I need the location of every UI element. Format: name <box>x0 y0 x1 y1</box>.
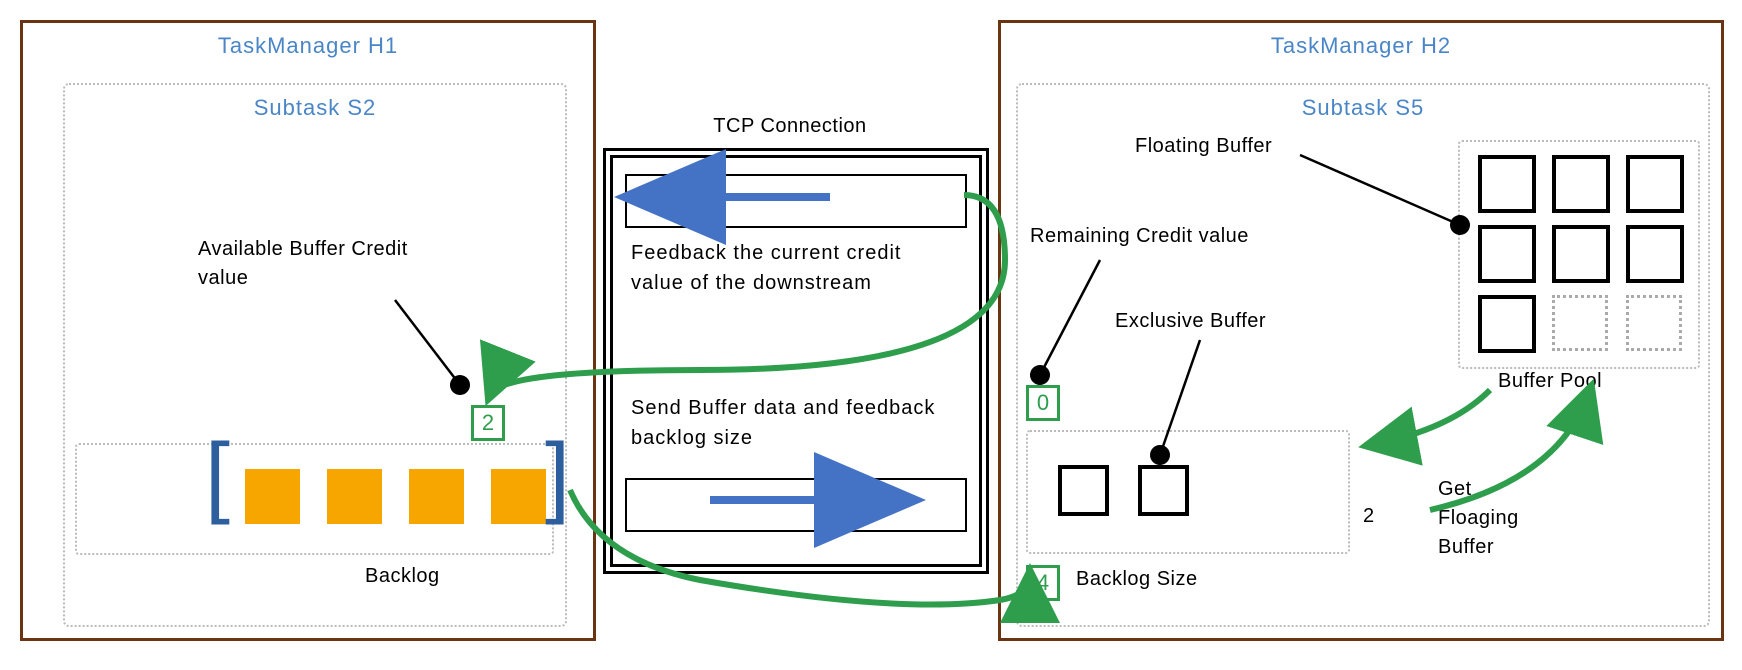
tcp-send-text: Send Buffer data and feedback backlog si… <box>631 393 961 453</box>
backlog-label: Backlog <box>365 565 440 588</box>
available-credit-label: Available Buffer Credit value <box>198 235 428 293</box>
floating-buffer-1 <box>1478 155 1536 213</box>
subtask-s5: Subtask S5 0 4 Backlog Size 2 Get Floagi… <box>1016 83 1710 627</box>
tcp-channel-send <box>625 478 967 532</box>
floating-buffer-5 <box>1552 225 1610 283</box>
tcp-connection-box: Feedback the current credit value of the… <box>610 155 982 567</box>
backlog-size-label: Backlog Size <box>1076 568 1198 591</box>
taskmanager-h2: TaskManager H2 Subtask S5 0 4 Backlog Si… <box>998 20 1724 641</box>
floating-buffer-3 <box>1626 155 1684 213</box>
tcp-title: TCP Connection <box>700 115 880 138</box>
available-credit-value: 2 <box>471 405 505 441</box>
exclusive-buffer-label: Exclusive Buffer <box>1115 310 1266 333</box>
get-floating-label: Get Floaging Buffer <box>1438 475 1558 562</box>
remaining-credit-value: 0 <box>1026 385 1060 421</box>
backlog-area <box>75 443 554 555</box>
subtask-s2-title: Subtask S2 <box>65 95 565 121</box>
floating-buffer-label: Floating Buffer <box>1135 135 1272 158</box>
taskmanager-h1: TaskManager H1 Subtask S2 2 [ ] Backlog <box>20 20 596 641</box>
backlog-size-value: 4 <box>1026 565 1060 601</box>
floating-buffer-empty-2 <box>1626 295 1682 351</box>
floating-buffer-empty-1 <box>1552 295 1608 351</box>
buffer-pool-label: Buffer Pool <box>1498 370 1602 393</box>
tcp-channel-feedback <box>625 174 967 228</box>
backlog-buffer-2 <box>327 469 382 524</box>
floating-request-count: 2 <box>1363 505 1374 528</box>
remaining-credit-label: Remaining Credit value <box>1030 225 1249 248</box>
tm2-title: TaskManager H2 <box>1001 33 1721 59</box>
exclusive-buffer-2 <box>1138 465 1189 516</box>
subtask-s5-title: Subtask S5 <box>1018 95 1708 121</box>
floating-buffer-4 <box>1478 225 1536 283</box>
floating-buffer-6 <box>1626 225 1684 283</box>
backlog-buffer-3 <box>409 469 464 524</box>
bracket-left: [ <box>205 425 230 528</box>
exclusive-buffer-1 <box>1058 465 1109 516</box>
bracket-right: ] <box>545 425 570 528</box>
tcp-feedback-text: Feedback the current credit value of the… <box>631 238 951 298</box>
tm1-title: TaskManager H1 <box>23 33 593 59</box>
floating-buffer-2 <box>1552 155 1610 213</box>
subtask-s2: Subtask S2 2 [ ] Backlog <box>63 83 567 627</box>
floating-buffer-7 <box>1478 295 1536 353</box>
backlog-buffer-4 <box>491 469 546 524</box>
backlog-buffer-1 <box>245 469 300 524</box>
